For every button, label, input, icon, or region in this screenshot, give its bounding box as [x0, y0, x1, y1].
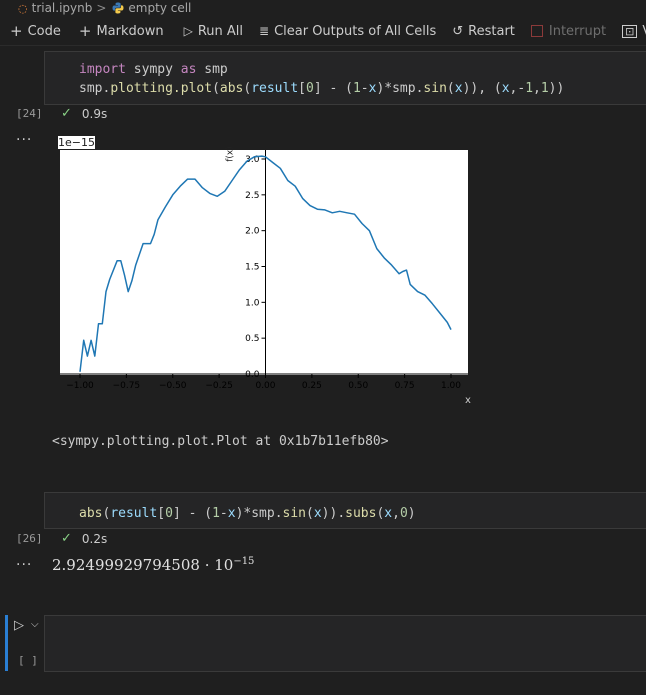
output-menu-button[interactable]: ··· [16, 132, 32, 148]
plus-icon: + [78, 22, 92, 40]
restart-button[interactable]: ↺ Restart [452, 24, 515, 39]
variables-button[interactable]: ⊡ Va [622, 24, 646, 39]
y-tick-label: 2.5 [245, 191, 259, 201]
variables-label: Va [642, 24, 646, 39]
check-icon: ✓ [61, 106, 72, 121]
restart-icon: ↺ [452, 23, 464, 39]
restart-label: Restart [468, 23, 515, 39]
x-axis-label: x [465, 395, 471, 406]
run-cell-icon[interactable]: ▷ [14, 618, 24, 633]
python-icon [112, 2, 124, 14]
x-tick-label: −1.00 [66, 381, 94, 391]
execution-count: [ ] [18, 654, 38, 667]
x-tick-label: −0.25 [205, 381, 233, 391]
execution-time: 0.9s [81, 106, 108, 121]
interrupt-label: Interrupt [548, 23, 607, 39]
clear-outputs-label: Clear Outputs of All Cells [274, 23, 437, 39]
execution-count: [24] [16, 107, 43, 120]
add-code-label: Code [27, 23, 61, 39]
plus-icon: + [10, 22, 23, 40]
clear-outputs-button[interactable]: ≣ Clear Outputs of All Cells [259, 24, 436, 39]
x-tick-label: 0.25 [302, 381, 322, 391]
toolbar-divider [0, 45, 646, 46]
plot-output: 1e−15 −1.00 −0.75 −0.50 −0.25 0.00 0.25 0.50 0.… [44, 132, 484, 412]
x-tick-label: 0.00 [255, 381, 275, 391]
y-tick-label: 1.0 [245, 298, 260, 308]
breadcrumb: ◌ trial.ipynb > empty cell [0, 0, 646, 16]
x-tick-label: 0.50 [348, 381, 368, 391]
check-icon: ✓ [61, 531, 72, 546]
y-tick-label: 0.5 [245, 334, 259, 344]
execution-status: ✓ 0.9s [61, 106, 107, 121]
execution-status: ✓ 0.2s [61, 531, 107, 546]
code-line: import sympy as smp [79, 62, 228, 77]
x-tick-label: −0.50 [159, 381, 187, 391]
add-markdown-label: Markdown [96, 23, 164, 39]
run-all-icon: ▷ [183, 24, 193, 38]
breadcrumb-file[interactable]: trial.ipynb [32, 1, 93, 15]
add-markdown-button[interactable]: + Markdown [79, 22, 164, 40]
x-tick-label: −0.75 [113, 381, 141, 391]
code-line: abs(result[0] - (1-x)*smp.sin(x)).subs(x… [79, 506, 416, 521]
execution-time: 0.2s [81, 531, 108, 546]
y-tick-label: 2.0 [245, 227, 260, 237]
x-tick-label: 0.75 [395, 381, 415, 391]
y-axis-label: f(x) [226, 146, 236, 162]
math-result-output: 2.92499929794508 · 10−15 [52, 556, 255, 574]
active-cell-indicator [5, 615, 8, 671]
clear-all-icon: ≣ [259, 24, 270, 38]
execution-count: [26] [16, 532, 43, 545]
x-tick-label: 1.00 [441, 381, 461, 391]
interrupt-button[interactable]: Interrupt [530, 23, 607, 39]
y-tick-label: 0.0 [245, 370, 260, 380]
notebook-toolbar: + Code + Markdown ▷ Run All ≣ Clear Outp… [0, 18, 646, 44]
variables-icon: ⊡ [622, 24, 638, 38]
breadcrumb-separator: > [96, 1, 107, 15]
empty-code-cell-editor[interactable] [44, 615, 646, 672]
notebook-icon: ◌ [18, 1, 28, 15]
code-line: smp.plotting.plot(abs(result[0] - (1-x)*… [79, 81, 565, 96]
line-chart: −1.00 −0.75 −0.50 −0.25 0.00 0.25 0.50 0.75 1.00… [60, 146, 471, 406]
stop-icon [530, 25, 543, 37]
y-tick-label: 1.5 [245, 263, 259, 273]
output-menu-button[interactable]: ··· [16, 557, 32, 573]
plot-repr-output: <sympy.plotting.plot.Plot at 0x1b7b11efb… [52, 434, 389, 449]
run-all-button[interactable]: ▷ Run All [184, 24, 243, 39]
chevron-down-icon[interactable]: ⌵ [31, 619, 39, 630]
run-all-label: Run All [197, 23, 243, 39]
add-code-button[interactable]: + Code [10, 22, 61, 40]
code-cell-editor[interactable]: abs(result[0] - (1-x)*smp.sin(x)).subs(x… [44, 492, 646, 529]
code-cell-editor[interactable]: import sympy as smp smp.plotting.plot(ab… [44, 51, 646, 105]
breadcrumb-cell[interactable]: empty cell [128, 1, 191, 15]
